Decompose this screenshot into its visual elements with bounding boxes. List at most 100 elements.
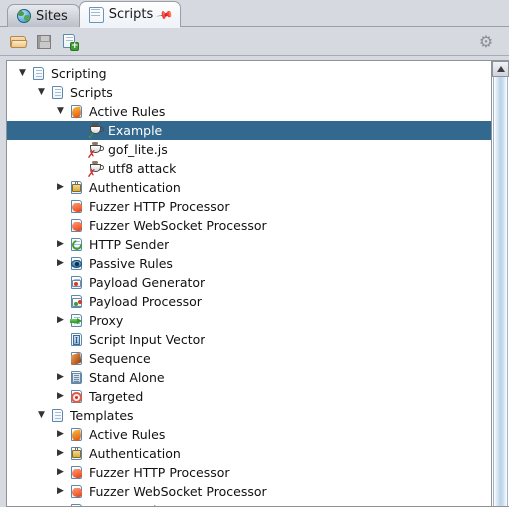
- chevron-right-icon[interactable]: ▶: [52, 178, 69, 197]
- http-sender-icon: [69, 503, 85, 506]
- tree-row-label: Templates: [70, 408, 134, 424]
- tree-row[interactable]: Payload Processor: [7, 292, 491, 311]
- tree-row-label: Payload Processor: [89, 294, 202, 310]
- options-button[interactable]: ⚙: [475, 31, 497, 53]
- chevron-right-icon[interactable]: ▶: [52, 254, 69, 273]
- tree-row[interactable]: ▶ Stand Alone: [7, 368, 491, 387]
- chevron-right-icon[interactable]: ▶: [52, 444, 69, 463]
- tree-toggle-placeholder: [52, 292, 69, 311]
- tree-panel: ▼ Scripting ▼ Scripts ▼ Active Rules ✓ Example ✗…: [0, 56, 509, 507]
- chevron-right-icon[interactable]: ▶: [52, 235, 69, 254]
- scroll-icon: [31, 66, 47, 82]
- tree-row[interactable]: Fuzzer WebSocket Processor: [7, 216, 491, 235]
- tree-row[interactable]: Payload Generator: [7, 273, 491, 292]
- tree-row[interactable]: ▶ HTTP Sender: [7, 235, 491, 254]
- chevron-right-icon[interactable]: ▶: [52, 368, 69, 387]
- sequence-icon: [69, 351, 85, 367]
- chevron-right-icon[interactable]: ▶: [52, 425, 69, 444]
- tree-toggle-placeholder: [52, 349, 69, 368]
- tree-row[interactable]: ✗ gof_lite.js: [7, 140, 491, 160]
- tree-row[interactable]: Fuzzer HTTP Processor: [7, 197, 491, 216]
- tree-toggle-placeholder: [52, 197, 69, 216]
- chevron-right-icon[interactable]: ▶: [52, 482, 69, 501]
- save-button[interactable]: [33, 31, 55, 53]
- tree-row[interactable]: ▶ Passive Rules: [7, 254, 491, 273]
- tree-row[interactable]: ✗ utf8 attack: [7, 159, 491, 179]
- tree-row[interactable]: ▶ Active Rules: [7, 425, 491, 444]
- globe-icon: [17, 9, 31, 24]
- tree-row-label: Script Input Vector: [89, 332, 206, 348]
- stand-alone-icon: [69, 370, 85, 386]
- open-button[interactable]: [7, 31, 29, 53]
- tree-row[interactable]: Sequence: [7, 349, 491, 368]
- tree-row[interactable]: ▶ Fuzzer WebSocket Processor: [7, 482, 491, 501]
- tree-row-label: Active Rules: [89, 427, 166, 443]
- tree-row-label: Fuzzer WebSocket Processor: [89, 218, 267, 234]
- fuzzer-icon: [69, 484, 85, 500]
- tab-scripts[interactable]: Scripts 📌: [78, 1, 182, 29]
- toolbar: + ⚙: [0, 27, 509, 57]
- chevron-right-icon[interactable]: ▶: [52, 501, 69, 507]
- scroll-up-button[interactable]: [492, 61, 509, 78]
- scripts-panel: Sites Scripts 📌 + ⚙ ▼ Scripting ▼ Script…: [0, 0, 509, 507]
- folder-open-icon: [9, 35, 27, 48]
- tree-row-label: Sequence: [89, 351, 151, 367]
- tree-row[interactable]: ▶ Proxy: [7, 311, 491, 330]
- chevron-right-icon[interactable]: ▶: [52, 387, 69, 406]
- scrollbar-track[interactable]: [492, 77, 509, 506]
- tree-toggle-placeholder: [52, 273, 69, 292]
- tree-row-label: Fuzzer HTTP Processor: [89, 465, 230, 481]
- tree-row[interactable]: ▼ Scripts: [7, 83, 491, 102]
- chevron-down-icon[interactable]: ▼: [33, 406, 50, 425]
- chevron-down-icon[interactable]: ▼: [14, 64, 31, 83]
- proxy-icon: [69, 313, 85, 329]
- chevron-right-icon[interactable]: ▶: [52, 463, 69, 482]
- tree-row[interactable]: ▶ Authentication: [7, 444, 491, 463]
- fuzzer-icon: [69, 199, 85, 215]
- vertical-scrollbar[interactable]: [491, 61, 509, 506]
- new-script-icon: +: [62, 33, 79, 51]
- tree-toggle-placeholder: [52, 330, 69, 349]
- tree-row-label: Authentication: [89, 180, 181, 196]
- tree-row[interactable]: ▼ Templates: [7, 406, 491, 425]
- plus-badge: +: [70, 40, 79, 51]
- tree-row-label: Payload Generator: [89, 275, 206, 291]
- scrollbar-thumb[interactable]: [493, 77, 508, 506]
- script-input-vector-icon: I: [69, 332, 85, 348]
- targeted-icon: [69, 389, 85, 405]
- save-icon: [37, 34, 51, 49]
- new-script-button[interactable]: +: [59, 31, 81, 53]
- chevron-down-icon[interactable]: ▼: [52, 102, 69, 121]
- tree-row[interactable]: ▶ Targeted: [7, 387, 491, 406]
- tab-sites[interactable]: Sites: [7, 4, 80, 28]
- scroll-icon: [50, 85, 66, 101]
- tree-row-label: Scripting: [51, 66, 107, 82]
- tree-row[interactable]: ▼ Scripting: [7, 64, 491, 83]
- tree-row[interactable]: I Script Input Vector: [7, 330, 491, 349]
- tree-row-label: Active Rules: [89, 104, 166, 120]
- tree-row-label: Example: [108, 123, 163, 139]
- chevron-down-icon[interactable]: ▼: [33, 83, 50, 102]
- tree-row-label: Fuzzer WebSocket Processor: [89, 484, 267, 500]
- pin-icon[interactable]: 📌: [156, 6, 175, 25]
- tree-row[interactable]: ▶ Authentication: [7, 178, 491, 197]
- tab-bar: Sites Scripts 📌: [0, 0, 509, 29]
- tree-container: ▼ Scripting ▼ Scripts ▼ Active Rules ✓ Example ✗…: [6, 60, 509, 507]
- tree-row-label: HTTP Sender: [89, 503, 169, 506]
- tree-row[interactable]: ✓ Example: [7, 121, 491, 141]
- fuzzer-icon: [69, 465, 85, 481]
- tab-scripts-label: Scripts: [108, 7, 154, 23]
- chevron-right-icon[interactable]: ▶: [52, 311, 69, 330]
- fuzzer-icon: [69, 218, 85, 234]
- tree-row-label: Proxy: [89, 313, 124, 329]
- tree-row-label: Authentication: [89, 446, 181, 462]
- scroll-icon: [88, 6, 104, 23]
- passive-rules-icon: [69, 256, 85, 272]
- tree-row[interactable]: ▶ Fuzzer HTTP Processor: [7, 463, 491, 482]
- tree-toggle-placeholder: [71, 121, 88, 140]
- tree-row-label: Scripts: [70, 85, 113, 101]
- tree-row-label: Stand Alone: [89, 370, 165, 386]
- tree-row[interactable]: ▶ HTTP Sender: [7, 501, 491, 506]
- tree-row[interactable]: ▼ Active Rules: [7, 102, 491, 121]
- http-sender-icon: [69, 237, 85, 253]
